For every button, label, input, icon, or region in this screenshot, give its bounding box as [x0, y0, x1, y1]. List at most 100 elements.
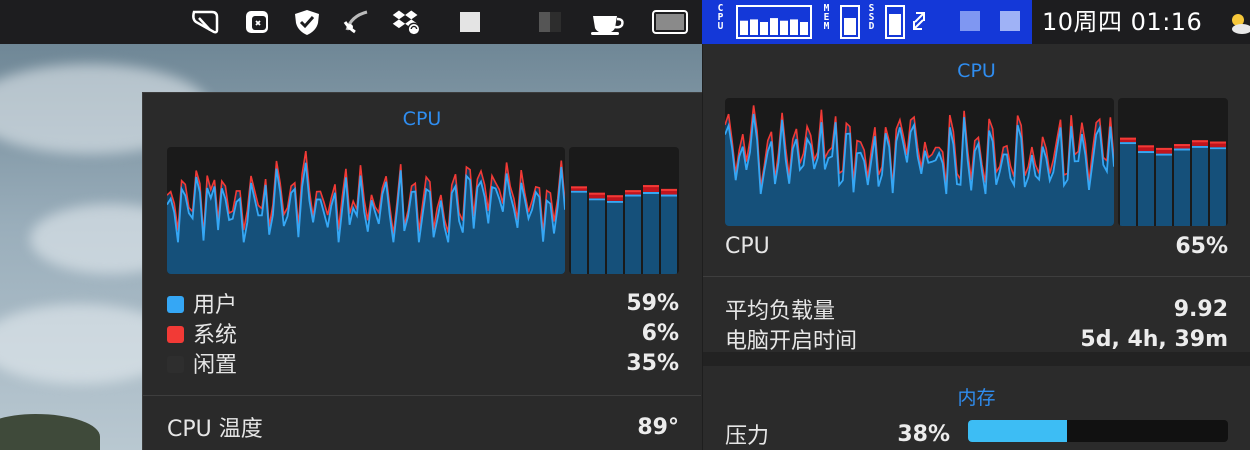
sensor-block-icon [1000, 11, 1020, 31]
menu-bar-clock[interactable]: 10周四 01:16 [1042, 0, 1202, 44]
cpu-core-bars [569, 147, 679, 274]
istat-cpu-bar [760, 22, 768, 35]
legend-label-idle: 闲置 [167, 347, 237, 379]
cpu-usage-row: CPU 65% [725, 234, 1228, 259]
core-user-cap [589, 198, 605, 201]
legend-value-idle: 35% [626, 350, 679, 376]
legend-row-user: 用户 59% [167, 287, 679, 319]
legend-row-idle: 闲置 35% [167, 347, 679, 379]
core-user-bar [571, 192, 587, 274]
cpu-temperature-value: 89° [637, 414, 679, 440]
cpu-usage-value: 65% [1175, 234, 1228, 259]
core-user-bar [1120, 144, 1136, 226]
istat-cpu-bar [800, 22, 808, 35]
cpu-temperature-label: CPU 温度 [167, 417, 263, 442]
core-user-bar [625, 196, 641, 274]
load-average-value: 9.92 [1173, 296, 1228, 322]
core-user-cap [607, 200, 623, 203]
core-system-cap [643, 185, 659, 188]
istat-menu-strip[interactable]: CPU MEM SSD [702, 0, 1032, 44]
istat-ssd-label: SSD [866, 3, 877, 30]
dropbox-sync-icon[interactable] [391, 8, 421, 36]
load-average-label: 平均负载量 [725, 299, 836, 324]
menu-bar: CPU MEM SSD 10周四 01:16 [0, 0, 1250, 44]
core-user-cap [661, 194, 677, 197]
coffee-cup-icon[interactable] [588, 8, 628, 36]
core-user-cap [643, 191, 659, 194]
core-user-bar [589, 200, 605, 274]
uptime-row: 电脑开启时间 5d, 4h, 39m [725, 323, 1228, 355]
section-title-cpu: CPU [957, 60, 996, 82]
istat-cpu-label: CPU [715, 3, 726, 30]
bridge-icon[interactable] [190, 8, 220, 36]
uptime-label: 电脑开启时间 [725, 329, 858, 354]
core-user-bar [1174, 150, 1190, 226]
memory-pressure-label: 压力 [725, 424, 770, 449]
mountain [0, 414, 100, 450]
core-user-bar [1138, 153, 1154, 226]
memory-pressure-bar [968, 420, 1228, 442]
istat-mem-label: MEM [821, 3, 832, 30]
section-separator [703, 352, 1250, 366]
core-user-bar [643, 193, 659, 274]
screenshot-icon[interactable] [243, 8, 273, 36]
core-user-cap [1210, 147, 1226, 150]
network-arrows-icon [910, 9, 928, 37]
cpu-usage-label: CPU [725, 234, 770, 259]
core-user-cap [571, 190, 587, 193]
core-user-cap [1120, 142, 1136, 145]
core-system-cap [1192, 140, 1208, 143]
vpn-shield-icon[interactable] [292, 8, 322, 36]
core-user-cap [1192, 145, 1208, 148]
system-color-swatch [167, 326, 184, 343]
window-icon[interactable] [650, 8, 690, 36]
core-user-bar [1210, 149, 1226, 226]
core-user-cap [1138, 151, 1154, 154]
satellite-icon[interactable] [341, 8, 371, 36]
core-system-cap [1156, 147, 1172, 150]
core-user-cap [1174, 148, 1190, 151]
core-system-cap [1174, 144, 1190, 147]
core-user-bar [1192, 147, 1208, 226]
blank-icon[interactable] [535, 8, 565, 36]
divider [703, 276, 1250, 277]
istat-mem-gauge [840, 5, 860, 39]
istat-cpu-bar [790, 19, 798, 35]
cpu-dropdown-panel-right: CPU CPU 65% 平均负载量 9.92 电脑开启时间 5d, 4h, 39… [703, 44, 1250, 450]
divider [143, 395, 701, 396]
cpu-dropdown-panel-left: CPU 用户 59% 系统 6% 闲置 35% CPU 温度 89° [142, 92, 702, 450]
core-user-bar [661, 196, 677, 274]
core-system-cap [1138, 145, 1154, 148]
memory-pressure-row: 压力 38% [725, 418, 950, 450]
istat-cpu-bar [740, 20, 748, 35]
memory-pressure-fill [968, 420, 1067, 442]
istat-ssd-gauge [885, 5, 905, 39]
core-user-bar [1156, 155, 1172, 226]
istat-cpu-bar [780, 20, 788, 35]
istat-cpu-graph [736, 5, 812, 39]
cpu-history-graph [167, 147, 565, 274]
core-system-cap [571, 186, 587, 189]
idle-color-swatch [167, 356, 184, 373]
cpu-temperature-row: CPU 温度 89° [167, 411, 679, 443]
core-system-cap [625, 190, 641, 193]
blank-icon[interactable] [455, 8, 485, 36]
core-system-cap [1120, 137, 1136, 140]
uptime-value: 5d, 4h, 39m [1080, 326, 1228, 352]
legend-label-user: 用户 [167, 287, 237, 319]
section-title-memory: 内存 [957, 387, 996, 409]
load-average-row: 平均负载量 9.92 [725, 293, 1228, 325]
core-user-cap [625, 194, 641, 197]
istat-cpu-bar [770, 18, 778, 35]
core-system-cap [607, 195, 623, 198]
cpu-core-bars [1118, 98, 1228, 226]
partly-sunny-icon[interactable] [1226, 10, 1250, 40]
section-title-cpu: CPU [402, 108, 442, 130]
core-system-cap [661, 188, 677, 191]
core-user-bar [607, 202, 623, 274]
istat-cpu-bar [750, 19, 758, 35]
legend-row-system: 系统 6% [167, 317, 679, 349]
user-color-swatch [167, 296, 184, 313]
legend-value-system: 6% [641, 320, 679, 346]
sensor-block-icon [960, 11, 980, 31]
